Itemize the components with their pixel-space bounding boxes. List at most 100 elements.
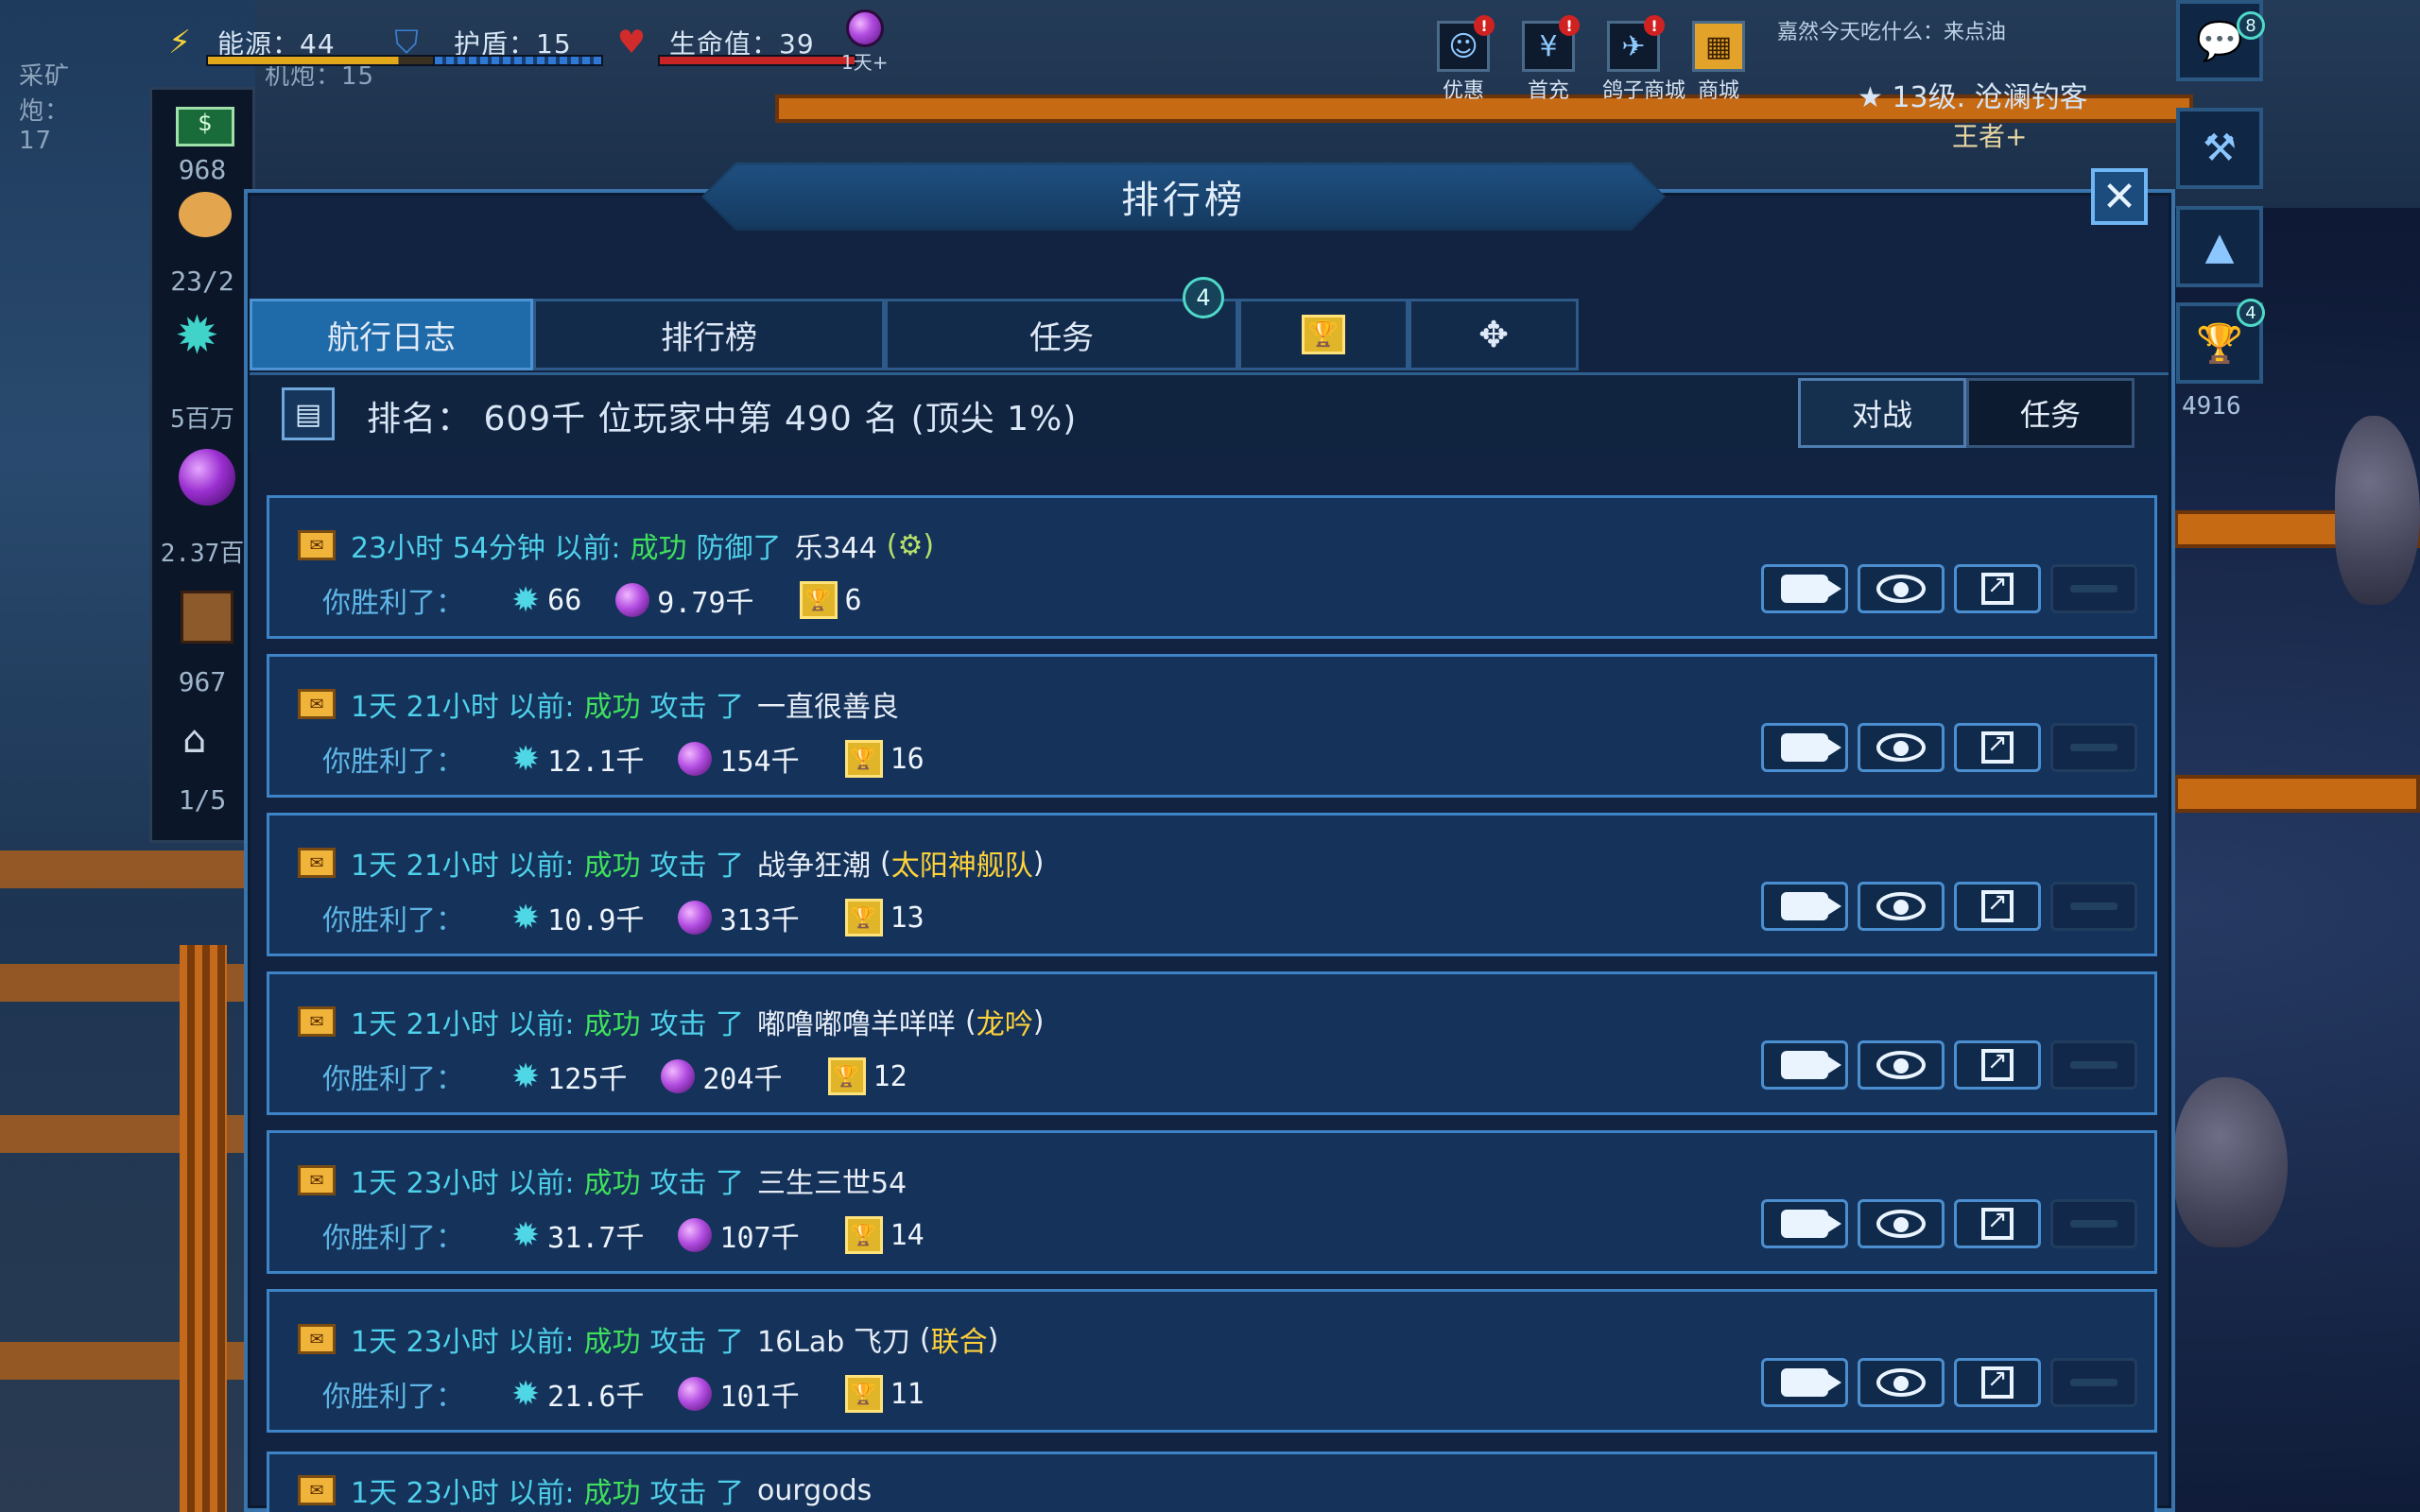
- share-button[interactable]: [1954, 723, 2041, 772]
- orb-value: 154千: [719, 746, 800, 779]
- sword-icon: [2070, 585, 2118, 593]
- revenge-button[interactable]: [2050, 723, 2137, 772]
- replay-button[interactable]: [1761, 723, 1848, 772]
- promo-button[interactable]: ☺ ! 优惠: [1432, 15, 1495, 104]
- log-header: ✉ 1天 23小时 以前: 成功 攻击 了 16Lab 飞刀 (联合): [298, 1318, 998, 1360]
- map-button[interactable]: ▲: [2176, 206, 2263, 287]
- orb-timer[interactable]: 1天+: [841, 9, 888, 76]
- tab-leaderboard[interactable]: 排行榜: [533, 299, 885, 370]
- move-arrows-icon: ✥: [1478, 314, 1509, 355]
- trophy-value: 16: [890, 742, 925, 776]
- orb-value: 107千: [719, 1222, 800, 1255]
- chat-message[interactable]: 嘉然今天吃什么：来点油: [1777, 15, 2006, 45]
- player-level: ★ 13级. 沧澜钓客: [1858, 74, 2088, 115]
- opponent-name[interactable]: 战争狂潮: [757, 842, 871, 884]
- tab-voyage-log[interactable]: 航行日志: [250, 299, 533, 370]
- revenge-button[interactable]: [2050, 1040, 2137, 1090]
- crystal-value: 125千: [547, 1063, 628, 1096]
- share-button[interactable]: [1954, 564, 2041, 613]
- trophy-value: 6: [844, 583, 862, 617]
- filter-battle[interactable]: 对战: [1798, 378, 1966, 448]
- build-button[interactable]: ⚒: [2176, 108, 2263, 189]
- view-button[interactable]: [1858, 1358, 1945, 1407]
- opponent-name[interactable]: ourgods: [757, 1474, 872, 1507]
- guild-open-paren: (: [919, 1322, 931, 1356]
- health-bar: [658, 55, 856, 66]
- replay-button[interactable]: [1761, 1199, 1848, 1248]
- log-result: 成功: [583, 850, 641, 883]
- shop-button[interactable]: ▦ 商城: [1687, 21, 1750, 104]
- log-result: 成功: [583, 1008, 641, 1041]
- log-result: 成功: [583, 1167, 641, 1200]
- missions-badge: 4: [1183, 277, 1224, 318]
- player-level-text: 13级. 沧澜钓客: [1892, 81, 2088, 114]
- battle-log-list: ✉ 23小时 54分钟 以前: 成功 防御了 乐344 (⚙) 你胜利了： ✹ …: [267, 495, 2157, 1448]
- opponent-name[interactable]: 嘟噜嘟噜羊咩咩: [757, 1001, 956, 1042]
- tab-alliance[interactable]: ✥: [1409, 299, 1579, 370]
- opponent-name[interactable]: 三生三世54: [757, 1160, 907, 1201]
- chat-badge: 8: [2237, 11, 2265, 40]
- document-icon[interactable]: ▤: [282, 387, 335, 440]
- first-charge-button[interactable]: ¥ ! 首充: [1517, 15, 1580, 104]
- share-button[interactable]: [1954, 1199, 2041, 1248]
- log-header: ✉ 1天 21小时 以前: 成功 攻击 了 一直很善良: [298, 683, 899, 725]
- map-icon: ▲: [2204, 225, 2235, 268]
- map-icon: ✉: [298, 689, 336, 719]
- guild-name[interactable]: 联合: [931, 1318, 988, 1360]
- video-camera-icon: [1781, 733, 1841, 762]
- trophy-button[interactable]: 🏆 4: [2176, 299, 2265, 384]
- revenge-button[interactable]: [2050, 1358, 2137, 1407]
- camera-icon: ⌂: [182, 718, 207, 762]
- share-button[interactable]: [1954, 1040, 2041, 1090]
- loot-label: 你胜利了：: [322, 1381, 464, 1414]
- guild-name[interactable]: 太阳神舰队: [891, 842, 1033, 884]
- view-button[interactable]: [1858, 723, 1945, 772]
- log-header: ✉ 1天 21小时 以前: 成功 攻击 了 嘟噜嘟噜羊咩咩 (龙吟): [298, 1001, 1044, 1042]
- log-time: 1天 21小时 以前:: [351, 1008, 575, 1041]
- replay-button[interactable]: [1761, 564, 1848, 613]
- view-button[interactable]: [1858, 1040, 1945, 1090]
- replay-button[interactable]: [1761, 1358, 1848, 1407]
- revenge-button[interactable]: [2050, 564, 2137, 613]
- view-button[interactable]: [1858, 882, 1945, 931]
- revenge-button[interactable]: [2050, 882, 2137, 931]
- map-icon: ✉: [298, 1165, 336, 1195]
- opponent-name[interactable]: 16Lab 飞刀: [757, 1318, 910, 1360]
- resource-panel: $ 968 23/2 ✹ 5百万 2.37百 967 ⌂ 1/5: [149, 87, 255, 843]
- filter-missions[interactable]: 任务: [1966, 378, 2135, 448]
- sword-icon: [2070, 1220, 2118, 1228]
- replay-button[interactable]: [1761, 1040, 1848, 1090]
- crystal-icon: ✹: [511, 1374, 541, 1414]
- tab-trophy[interactable]: 🏆: [1238, 299, 1409, 370]
- replay-button[interactable]: [1761, 882, 1848, 931]
- share-button[interactable]: [1954, 1358, 2041, 1407]
- view-button[interactable]: [1858, 564, 1945, 613]
- log-time: 1天 23小时 以前:: [351, 1326, 575, 1359]
- eye-icon: [1876, 1051, 1926, 1079]
- opponent-name[interactable]: 乐344: [795, 524, 877, 566]
- chat-button[interactable]: 💬 8: [2176, 0, 2265, 81]
- log-entry: ✉ 1天 21小时 以前: 成功 攻击 了 一直很善良 你胜利了： ✹ 12.1…: [267, 654, 2157, 798]
- pigeon-shop-button[interactable]: ✈ ! 鸽子商城: [1602, 15, 1686, 104]
- share-button[interactable]: [1954, 882, 2041, 931]
- log-entry: ✉ 1天 23小时 以前: 成功 攻击 了 三生三世54 你胜利了： ✹ 31.…: [267, 1130, 2157, 1274]
- video-camera-icon: [1781, 1051, 1841, 1079]
- sword-icon: [2070, 1061, 2118, 1069]
- opponent-name[interactable]: 一直很善良: [757, 683, 899, 725]
- share-icon: [1981, 1206, 2014, 1240]
- shop-label: 商城: [1697, 79, 1739, 103]
- asteroid: [2335, 416, 2420, 605]
- guild-close-paren: ): [1032, 1005, 1045, 1039]
- pigeon-shop-label: 鸽子商城: [1602, 79, 1686, 103]
- guild-name[interactable]: 龙吟: [977, 1001, 1033, 1042]
- view-button[interactable]: [1858, 1199, 1945, 1248]
- log-time: 1天 21小时 以前:: [351, 691, 575, 724]
- share-icon: [1981, 730, 2014, 764]
- log-action: 攻击 了: [649, 1326, 744, 1359]
- close-button[interactable]: ✕: [2091, 168, 2148, 225]
- revenge-button[interactable]: [2050, 1199, 2137, 1248]
- orb-value: 9.79千: [657, 587, 754, 620]
- orb-icon: [678, 1377, 713, 1411]
- orb-value: 101千: [719, 1381, 800, 1414]
- map-icon: ✉: [298, 1324, 336, 1354]
